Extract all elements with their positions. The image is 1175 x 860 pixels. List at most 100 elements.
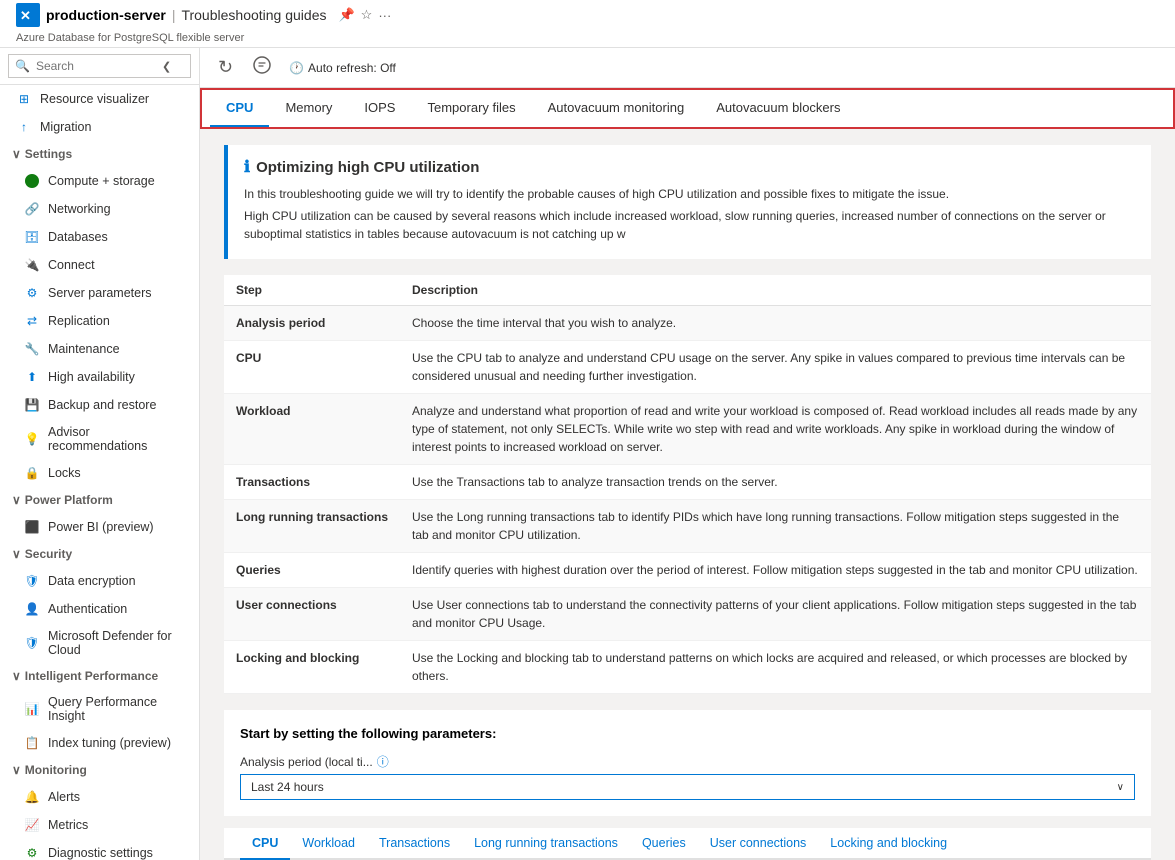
- header-subtitle: Azure Database for PostgreSQL flexible s…: [16, 32, 244, 44]
- step-name: Queries: [224, 553, 400, 588]
- main-tab-bar: CPU Memory IOPS Temporary files Autovacu…: [200, 88, 1175, 129]
- info-text-2: High CPU utilization can be caused by se…: [244, 207, 1135, 243]
- analysis-period-value: Last 24 hours: [251, 780, 324, 794]
- pin-icon[interactable]: 📌: [338, 7, 354, 23]
- power-bi-icon: ⬛: [24, 519, 40, 535]
- sidebar-item-power-bi[interactable]: ⬛ Power BI (preview): [0, 513, 199, 541]
- sidebar-item-query-perf[interactable]: 📊 Query Performance Insight: [0, 689, 199, 729]
- table-row: QueriesIdentify queries with highest dur…: [224, 553, 1151, 588]
- migration-icon: ↑: [16, 119, 32, 135]
- analysis-period-label: Analysis period (local ti... ⓘ: [240, 753, 1135, 770]
- refresh-button[interactable]: ↻: [216, 55, 235, 80]
- chevron-down-icon-select: ∨: [1117, 782, 1124, 793]
- info-box: ℹ Optimizing high CPU utilization In thi…: [224, 145, 1151, 259]
- server-name: production-server: [46, 7, 166, 23]
- table-row: Analysis periodChoose the time interval …: [224, 306, 1151, 341]
- table-row: Long running transactionsUse the Long ru…: [224, 500, 1151, 553]
- sidebar-item-connect[interactable]: 🔌 Connect: [0, 251, 199, 279]
- sidebar-item-advisor[interactable]: 💡 Advisor recommendations: [0, 419, 199, 459]
- sidebar-group-monitoring[interactable]: ∨ Monitoring: [0, 757, 199, 783]
- tab-autovacuum-blockers[interactable]: Autovacuum blockers: [700, 90, 856, 127]
- step-name: CPU: [224, 341, 400, 394]
- connect-icon: 🔌: [24, 257, 40, 273]
- header-separator: |: [172, 7, 176, 23]
- sidebar-item-databases[interactable]: 🗄 Databases: [0, 223, 199, 251]
- backup-icon: 💾: [24, 397, 40, 413]
- auto-refresh-control[interactable]: 🕐 Auto refresh: Off: [289, 61, 396, 75]
- networking-icon: 🔗: [24, 201, 40, 217]
- sidebar-item-data-encryption[interactable]: 🛡 Data encryption: [0, 567, 199, 595]
- tab-memory[interactable]: Memory: [269, 90, 348, 127]
- lock-icon: 🔒: [24, 465, 40, 481]
- sidebar-group-intelligent-perf[interactable]: ∨ Intelligent Performance: [0, 663, 199, 689]
- param-info-icon: ⓘ: [377, 753, 389, 770]
- table-row: CPUUse the CPU tab to analyze and unders…: [224, 341, 1151, 394]
- inner-tab-bar: CPU Workload Transactions Long running t…: [224, 828, 1151, 860]
- auto-refresh-label: Auto refresh: Off: [308, 61, 396, 75]
- sidebar-item-metrics[interactable]: 📈 Metrics: [0, 811, 199, 839]
- query-perf-icon: 📊: [24, 701, 40, 717]
- replication-icon: ⇄: [24, 313, 40, 329]
- params-section: Start by setting the following parameter…: [224, 710, 1151, 816]
- defender-icon: 🛡: [24, 635, 40, 651]
- inner-tab-cpu[interactable]: CPU: [240, 828, 290, 860]
- sidebar-item-authentication[interactable]: 👤 Authentication: [0, 595, 199, 623]
- step-desc: Use the Long running transactions tab to…: [400, 500, 1151, 553]
- inner-tab-queries[interactable]: Queries: [630, 828, 698, 860]
- search-input[interactable]: [36, 55, 156, 77]
- sidebar-group-security[interactable]: ∨ Security: [0, 541, 199, 567]
- sidebar-item-networking[interactable]: 🔗 Networking: [0, 195, 199, 223]
- chevron-down-icon-mon: ∨: [12, 763, 21, 777]
- step-desc: Use the Locking and blocking tab to unde…: [400, 641, 1151, 694]
- sidebar-group-settings[interactable]: ∨ Settings: [0, 141, 199, 167]
- inner-tab-workload[interactable]: Workload: [290, 828, 367, 860]
- svg-text:✕: ✕: [20, 8, 31, 23]
- table-row: WorkloadAnalyze and understand what prop…: [224, 394, 1151, 465]
- sidebar-item-defender[interactable]: 🛡 Microsoft Defender for Cloud: [0, 623, 199, 663]
- sidebar-item-diagnostic[interactable]: ⚙ Diagnostic settings: [0, 839, 199, 860]
- index-icon: 📋: [24, 735, 40, 751]
- alert-icon: 🔔: [24, 789, 40, 805]
- tab-cpu[interactable]: CPU: [210, 90, 269, 127]
- tab-autovacuum-monitoring[interactable]: Autovacuum monitoring: [532, 90, 701, 127]
- chevron-down-icon-pp: ∨: [12, 493, 21, 507]
- more-icon[interactable]: ···: [378, 8, 391, 23]
- sidebar: 🔍 ❮ ⊞ Resource visualizer ↑ Migration ∨ …: [0, 48, 200, 860]
- sidebar-item-server-parameters[interactable]: ⚙ Server parameters: [0, 279, 199, 307]
- inner-tab-user-connections[interactable]: User connections: [698, 828, 819, 860]
- analysis-period-select[interactable]: Last 24 hours ∨: [240, 774, 1135, 800]
- sidebar-item-alerts[interactable]: 🔔 Alerts: [0, 783, 199, 811]
- step-desc: Use the CPU tab to analyze and understan…: [400, 341, 1151, 394]
- sidebar-item-locks[interactable]: 🔒 Locks: [0, 459, 199, 487]
- info-icon: ℹ: [244, 157, 250, 177]
- step-desc: Analyze and understand what proportion o…: [400, 394, 1151, 465]
- sidebar-item-high-availability[interactable]: ⬆ High availability: [0, 363, 199, 391]
- step-name: Transactions: [224, 465, 400, 500]
- sidebar-group-power-platform[interactable]: ∨ Power Platform: [0, 487, 199, 513]
- chevron-down-icon-ip: ∨: [12, 669, 21, 683]
- info-text-1: In this troubleshooting guide we will tr…: [244, 185, 1135, 203]
- step-desc: Choose the time interval that you wish t…: [400, 306, 1151, 341]
- step-name: Locking and blocking: [224, 641, 400, 694]
- inner-tab-long-running[interactable]: Long running transactions: [462, 828, 630, 860]
- sidebar-item-migration[interactable]: ↑ Migration: [0, 113, 199, 141]
- collapse-icon[interactable]: ❮: [156, 56, 177, 77]
- sidebar-item-replication[interactable]: ⇄ Replication: [0, 307, 199, 335]
- toolbar: ↻ 🕐 Auto refresh: Off: [200, 48, 1175, 88]
- table-row: User connectionsUse User connections tab…: [224, 588, 1151, 641]
- inner-tab-locking[interactable]: Locking and blocking: [818, 828, 959, 860]
- tab-iops[interactable]: IOPS: [348, 90, 411, 127]
- sidebar-item-resource-visualizer[interactable]: ⊞ Resource visualizer: [0, 85, 199, 113]
- inner-tab-transactions[interactable]: Transactions: [367, 828, 462, 860]
- feedback-button[interactable]: [251, 54, 273, 81]
- star-icon[interactable]: ☆: [361, 7, 373, 23]
- chevron-down-icon-sec: ∨: [12, 547, 21, 561]
- sidebar-item-compute-storage[interactable]: Compute + storage: [0, 167, 199, 195]
- col-step: Step: [224, 275, 400, 306]
- step-desc: Use User connections tab to understand t…: [400, 588, 1151, 641]
- sidebar-item-backup-restore[interactable]: 💾 Backup and restore: [0, 391, 199, 419]
- diagnostic-icon: ⚙: [24, 845, 40, 860]
- sidebar-item-maintenance[interactable]: 🔧 Maintenance: [0, 335, 199, 363]
- tab-temp-files[interactable]: Temporary files: [411, 90, 531, 127]
- sidebar-item-index-tuning[interactable]: 📋 Index tuning (preview): [0, 729, 199, 757]
